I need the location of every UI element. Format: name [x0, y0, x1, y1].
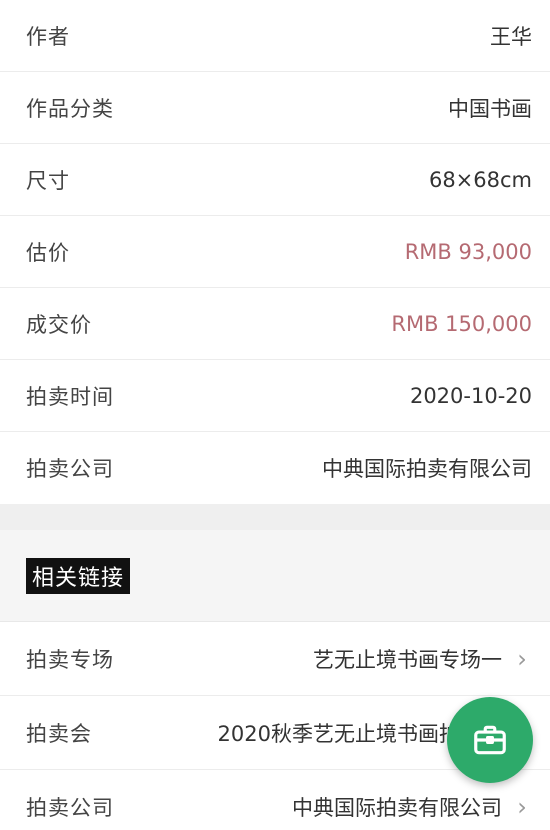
detail-value: 2020-10-20	[409, 383, 532, 408]
link-value: 中典国际拍卖有限公司	[292, 795, 502, 820]
briefcase-fab-button[interactable]	[447, 697, 533, 783]
detail-label: 拍卖公司	[26, 457, 114, 481]
hammer-price: RMB 150,000	[391, 311, 532, 336]
detail-row-size: 尺寸 68×68cm	[0, 144, 550, 216]
related-links-header: 相关链接	[0, 530, 550, 622]
artwork-details: 作者 王华 作品分类 中国书画 尺寸 68×68cm 估价 RMB 93,000…	[0, 0, 550, 504]
detail-value: 68×68cm	[428, 167, 532, 192]
link-label: 拍卖公司	[26, 795, 114, 820]
detail-label: 作品分类	[26, 96, 114, 121]
detail-row-hammer-price: 成交价 RMB 150,000	[0, 288, 550, 360]
detail-row-author: 作者 王华	[0, 0, 550, 72]
detail-value: 中典国际拍卖有限公司	[322, 457, 532, 481]
link-row-auction-company[interactable]: 拍卖公司 中典国际拍卖有限公司 ›	[0, 770, 550, 830]
estimate-price: RMB 93,000	[404, 239, 532, 264]
chevron-right-icon: ›	[517, 644, 527, 673]
briefcase-icon	[474, 725, 506, 755]
section-title: 相关链接	[26, 557, 131, 594]
detail-value: 王华	[490, 24, 532, 49]
detail-label: 拍卖时间	[26, 384, 114, 409]
detail-label: 成交价	[26, 312, 92, 337]
detail-row-category: 作品分类 中国书画	[0, 72, 550, 144]
detail-label: 尺寸	[26, 168, 70, 193]
detail-label: 估价	[26, 240, 70, 265]
detail-row-auction-date: 拍卖时间 2020-10-20	[0, 360, 550, 432]
detail-value: 中国书画	[448, 96, 532, 121]
detail-row-estimate: 估价 RMB 93,000	[0, 216, 550, 288]
link-label: 拍卖会	[26, 721, 92, 746]
chevron-right-icon: ›	[517, 792, 527, 821]
section-divider	[0, 504, 550, 530]
detail-row-auction-company: 拍卖公司 中典国际拍卖有限公司	[0, 432, 550, 504]
link-value: 艺无止境书画专场一	[313, 647, 502, 672]
link-row-auction-session[interactable]: 拍卖专场 艺无止境书画专场一 ›	[0, 622, 550, 696]
link-label: 拍卖专场	[26, 647, 114, 672]
detail-label: 作者	[26, 24, 70, 49]
